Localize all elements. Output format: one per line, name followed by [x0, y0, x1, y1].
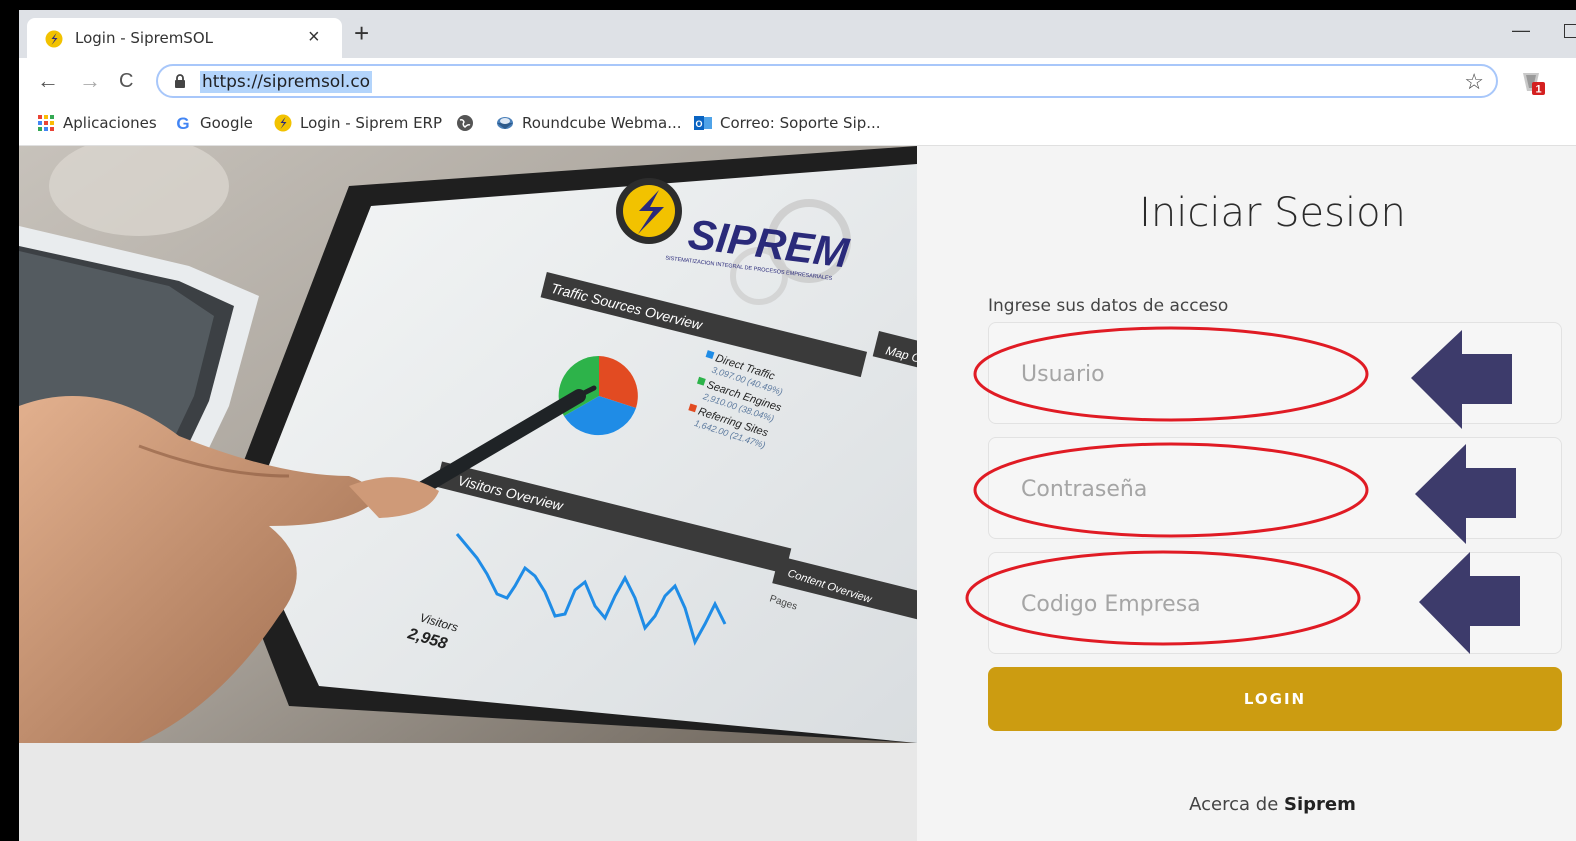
contrasena-field[interactable]: [988, 437, 1562, 539]
browser-toolbar: ← → C https://sipremsol.co ☆ 1: [19, 58, 1576, 106]
about-brand: Siprem: [1284, 794, 1356, 815]
tab-close-button[interactable]: ×: [308, 26, 320, 49]
bookmarks-bar: Aplicaciones G Google Login - Siprem ERP: [19, 106, 1576, 146]
url-text[interactable]: https://sipremsol.co: [200, 71, 373, 93]
bookmark-login-siprem[interactable]: Login - Siprem ERP: [274, 114, 442, 132]
about-prefix: Acerca de: [1189, 794, 1279, 815]
bookmark-label: Login - Siprem ERP: [300, 114, 443, 132]
login-subtitle: Ingrese sus datos de acceso: [988, 296, 1229, 316]
minimize-button[interactable]: —: [1512, 20, 1530, 41]
maximize-button[interactable]: [1564, 24, 1576, 38]
bookmark-globe[interactable]: [456, 114, 474, 132]
forward-button[interactable]: →: [79, 68, 101, 94]
hero-image: SIPREM SISTEMATIZACION INTEGRAL DE PROCE…: [19, 146, 917, 743]
back-button[interactable]: ←: [37, 68, 59, 94]
login-button[interactable]: LOGIN: [988, 667, 1562, 731]
tab-title: Login - SipremSOL: [75, 29, 213, 47]
svg-text:G: G: [176, 114, 189, 132]
hero-footer: [19, 743, 917, 841]
apps-grid-icon: [38, 115, 54, 131]
about-link[interactable]: Acerca de Siprem: [943, 794, 1576, 815]
codigo-empresa-field[interactable]: [988, 552, 1562, 654]
codigo-empresa-input[interactable]: [1019, 583, 1363, 625]
svg-text:O: O: [695, 119, 702, 129]
address-bar[interactable]: https://sipremsol.co ☆: [156, 64, 1498, 98]
contrasena-input[interactable]: [1019, 468, 1363, 510]
bookmark-google[interactable]: G Google: [174, 114, 253, 132]
google-icon: G: [176, 114, 189, 132]
hero-illustration: SIPREM SISTEMATIZACION INTEGRAL DE PROCE…: [19, 146, 917, 743]
bookmark-star-icon[interactable]: ☆: [1464, 69, 1484, 95]
globe-icon: [457, 115, 473, 131]
usuario-input[interactable]: [1019, 353, 1363, 395]
outlook-icon: O: [694, 116, 712, 130]
browser-window: Login - SipremSOL × + — ← → C https://si…: [19, 10, 1576, 841]
login-title: Iniciar Sesion: [1139, 190, 1406, 236]
new-tab-button[interactable]: +: [354, 20, 369, 46]
bookmark-correo[interactable]: O Correo: Soporte Sip...: [694, 114, 881, 132]
tab-strip: Login - SipremSOL × + —: [19, 10, 1576, 58]
lock-icon: [175, 74, 185, 88]
extension-badge: 1: [1535, 84, 1541, 96]
roundcube-icon: [497, 117, 513, 129]
siprem-favicon-icon: [45, 30, 63, 48]
browser-tab[interactable]: Login - SipremSOL ×: [27, 18, 342, 58]
extension-icon[interactable]: 1: [1520, 70, 1546, 96]
bookmark-label: Aplicaciones: [63, 114, 157, 132]
page-content: SIPREM SISTEMATIZACION INTEGRAL DE PROCE…: [19, 146, 1576, 841]
reload-button[interactable]: C: [119, 68, 133, 94]
bookmark-label: Correo: Soporte Sip...: [720, 114, 881, 132]
bookmark-label: Google: [200, 114, 253, 132]
usuario-field[interactable]: [988, 322, 1562, 424]
bookmark-label: Roundcube Webma...: [522, 114, 682, 132]
siprem-icon: [274, 114, 292, 132]
bookmark-aplicaciones[interactable]: Aplicaciones: [37, 114, 157, 132]
bookmark-roundcube[interactable]: Roundcube Webma...: [496, 114, 682, 132]
login-panel: Iniciar Sesion Ingrese sus datos de acce…: [917, 146, 1576, 841]
